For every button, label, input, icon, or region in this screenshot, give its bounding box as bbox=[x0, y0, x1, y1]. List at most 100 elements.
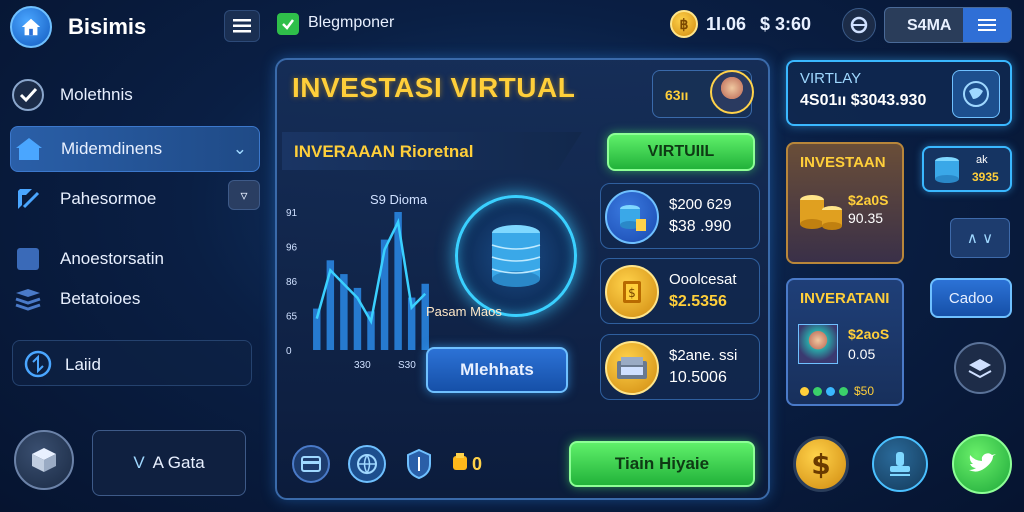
dollar-icon: $ bbox=[811, 448, 830, 480]
check-badge-icon bbox=[10, 77, 46, 113]
y-tick-label: 65 bbox=[286, 312, 298, 323]
inveratani-value-1: $2aoS bbox=[848, 326, 890, 342]
svg-text:$: $ bbox=[811, 448, 830, 480]
y-tick-label: 86 bbox=[286, 277, 298, 288]
sidebar-item-label: Pahesormoe bbox=[60, 189, 157, 208]
app-title: Bisimis bbox=[68, 14, 147, 39]
subheading: INVERAAAN Rioretnal bbox=[294, 142, 474, 161]
layers-icon bbox=[968, 359, 992, 379]
chevron-icon: V bbox=[133, 453, 145, 472]
sidebar-item-molethnis[interactable]: Molethnis bbox=[10, 72, 260, 118]
sidebar-item-midemdinens[interactable]: Midemdinens ⌄ bbox=[10, 126, 260, 172]
vault-icon[interactable] bbox=[455, 195, 577, 317]
gold-coins-icon bbox=[798, 190, 844, 239]
twitter-button[interactable] bbox=[952, 434, 1012, 494]
sidebar-item-label: Anoestorsatin bbox=[60, 249, 164, 268]
virtual-summary-label: VIRTLAY bbox=[800, 70, 862, 87]
virtual-button[interactable]: VIRTUIIL bbox=[607, 133, 755, 171]
shield-button[interactable] bbox=[400, 445, 438, 483]
level-value: 63ıı bbox=[665, 87, 689, 103]
asset-line2: 10.5006 bbox=[669, 369, 727, 386]
investaan-title: INVESTAAN bbox=[800, 154, 886, 171]
stamp-icon bbox=[890, 452, 910, 476]
cube-button[interactable] bbox=[14, 430, 74, 490]
inveratani-value-2: 0.05 bbox=[848, 346, 876, 362]
sidebar-item-laiid[interactable]: Laiid bbox=[12, 340, 252, 386]
asset-row[interactable]: $2ane. ssi 10.5006 bbox=[600, 334, 760, 400]
cash-register-icon bbox=[605, 341, 659, 395]
coin-icon: ฿ bbox=[670, 10, 698, 38]
bar-chart: 91 96 86 65 0 330 S30 bbox=[286, 208, 429, 371]
top-tab-label[interactable]: Blegmponer bbox=[308, 14, 394, 32]
asset-line1: $2ane. ssi bbox=[669, 347, 738, 364]
dollar-button[interactable]: $ bbox=[793, 436, 849, 492]
money-value: $ 3:60 bbox=[760, 14, 812, 34]
user-dropdown-button[interactable] bbox=[963, 8, 1011, 42]
user-name: S4MA bbox=[907, 17, 952, 34]
gold-value: 0 bbox=[472, 454, 483, 474]
gold-icon bbox=[452, 452, 468, 474]
svg-text:$: $ bbox=[628, 286, 636, 300]
cadoo-button[interactable]: Cadoo bbox=[930, 278, 1012, 318]
gold-bar-icon: $ bbox=[605, 265, 659, 319]
hamburger-icon bbox=[233, 19, 251, 33]
card-button[interactable] bbox=[292, 445, 330, 483]
virtual-summary-card[interactable]: VIRTLAY 4S01ıı $3043.930 bbox=[786, 60, 1012, 126]
bird-icon bbox=[969, 453, 996, 472]
agata-button[interactable]: V A Gata bbox=[92, 430, 246, 496]
sidebar-item-label: Molethnis bbox=[60, 85, 133, 104]
chart-title: S9 Dioma bbox=[370, 192, 428, 207]
sidebar-item-label: Midemdinens bbox=[61, 139, 163, 158]
avatar[interactable] bbox=[710, 70, 754, 114]
sidebar-item-label: Betatoioes bbox=[60, 289, 141, 308]
settings-button[interactable] bbox=[842, 8, 876, 42]
sidebar-item-betatoioes[interactable]: Betatoioes bbox=[10, 276, 260, 322]
inveratani-title: INVERATANI bbox=[800, 290, 890, 307]
investaan-value-2: 90.35 bbox=[848, 210, 884, 226]
action-button[interactable]: Mlehhats bbox=[426, 347, 568, 393]
house-icon bbox=[11, 131, 47, 167]
cube-icon bbox=[32, 448, 56, 472]
stamp-button[interactable] bbox=[872, 436, 928, 492]
card-icon bbox=[301, 456, 321, 472]
chevron-button[interactable]: ∧ ∨ bbox=[950, 218, 1010, 258]
layers-button[interactable] bbox=[954, 342, 1006, 394]
trade-button[interactable]: Tiain Hiyaie bbox=[569, 441, 755, 487]
check-toggle[interactable] bbox=[277, 13, 299, 35]
inveratani-card[interactable]: INVERATANI $2aoS 0.05 $50 bbox=[786, 278, 904, 406]
virtual-summary-value: 4S01ıı $3043.930 bbox=[800, 92, 927, 109]
user-chip[interactable]: S4MA bbox=[884, 7, 1012, 43]
globe-button[interactable] bbox=[348, 445, 386, 483]
sidebar-item-pahesormoe[interactable]: Pahesormoe bbox=[10, 176, 260, 222]
menu-button[interactable] bbox=[224, 10, 260, 42]
chevron-down-icon: ⌄ bbox=[232, 139, 247, 158]
database-icon bbox=[932, 156, 962, 184]
stack-icon bbox=[10, 281, 46, 317]
y-tick-label: 91 bbox=[286, 208, 298, 219]
page-title: INVESTASI VIRTUAL bbox=[292, 72, 576, 103]
globe-icon bbox=[952, 70, 1000, 118]
x-tick-label: S30 bbox=[398, 360, 416, 371]
avatar bbox=[798, 324, 838, 364]
status-dot bbox=[839, 386, 848, 396]
house-icon bbox=[21, 18, 41, 36]
mini-stat-value: 3935 bbox=[972, 170, 999, 184]
shield-icon bbox=[407, 448, 431, 480]
subheading-banner: INVERAAAN Rioretnal bbox=[282, 132, 582, 170]
sidebar-item-label: Laiid bbox=[65, 355, 101, 374]
status-dot bbox=[813, 386, 822, 396]
asset-line1: $200 629 bbox=[669, 196, 732, 213]
mini-stat-card[interactable]: ak 3935 bbox=[922, 146, 1012, 192]
home-button[interactable] bbox=[10, 6, 52, 48]
check-icon bbox=[282, 19, 294, 30]
investaan-card[interactable]: INVESTAAN $2a0S 90.35 bbox=[786, 142, 904, 264]
y-tick-label: 96 bbox=[286, 243, 298, 254]
coins-stack-icon bbox=[605, 190, 659, 244]
hamburger-icon bbox=[978, 19, 996, 31]
asset-row[interactable]: $ Ooolcesat $2.5356 bbox=[600, 258, 760, 324]
sidebar-expand-button[interactable]: ▿ bbox=[228, 180, 260, 210]
status-dot bbox=[800, 386, 809, 396]
agata-label: A Gata bbox=[152, 453, 205, 472]
asset-row[interactable]: $200 629 $38 .990 bbox=[600, 183, 760, 249]
folder-icon bbox=[10, 241, 46, 277]
